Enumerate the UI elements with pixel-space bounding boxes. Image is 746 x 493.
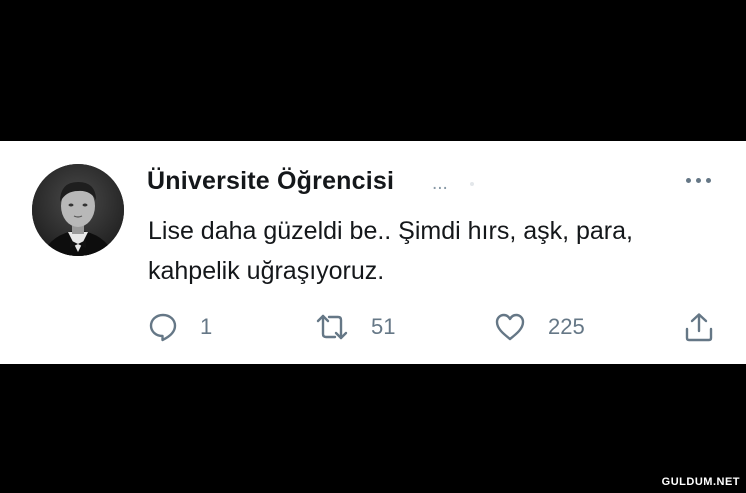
comment-bubble-icon <box>149 313 177 342</box>
avatar-photo <box>32 164 124 256</box>
author-handle[interactable]: ... <box>432 173 448 195</box>
retweet-button[interactable]: 51 <box>315 311 395 343</box>
watermark: GULDUM.NET <box>661 476 740 488</box>
like-button[interactable]: 225 <box>494 311 585 343</box>
more-dots-icon[interactable] <box>686 174 711 186</box>
retweet-arrows-icon <box>316 314 348 340</box>
reply-button[interactable]: 1 <box>148 311 212 343</box>
share-upload-icon <box>685 313 713 342</box>
tweet-text: Lise daha güzeldi be.. Şimdi hırs, aşk, … <box>148 217 633 285</box>
author-name[interactable]: Üniversite Öğrencisi <box>147 167 394 196</box>
tweet-card[interactable]: Üniversite Öğrencisi ... Lise daha güzel… <box>0 141 746 364</box>
share-button[interactable] <box>683 311 715 343</box>
reply-count: 1 <box>200 314 213 339</box>
avatar[interactable] <box>32 164 124 256</box>
heart-icon <box>495 313 525 341</box>
like-count: 225 <box>548 314 585 339</box>
retweet-count: 51 <box>371 314 396 339</box>
handle-separator-dot <box>470 182 474 186</box>
